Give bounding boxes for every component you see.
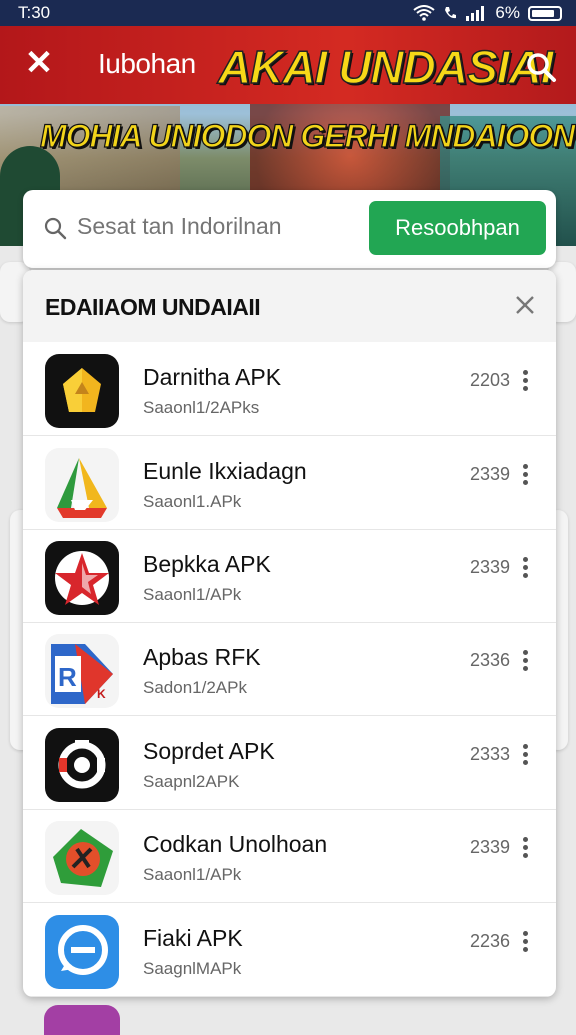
call-icon: [445, 7, 457, 19]
app-subtitle: SaagnlMAPk: [143, 959, 242, 978]
more-vert-icon[interactable]: [518, 555, 532, 581]
list-item[interactable]: RK Apbas RFK Sadon1/2APk 2336: [23, 622, 556, 716]
wifi-icon: [413, 5, 436, 21]
more-vert-icon[interactable]: [518, 929, 532, 955]
red-star-app-icon: [45, 541, 119, 615]
app-name: Iubohan: [98, 48, 196, 79]
status-bar: T:30 6%: [0, 0, 576, 26]
more-vert-icon[interactable]: [518, 648, 532, 674]
more-vert-icon[interactable]: [518, 835, 532, 861]
app-title: Fiaki APK: [143, 925, 243, 951]
list-item[interactable]: Darnitha APK Saaonl1/2APks 2203: [23, 342, 556, 436]
panel-header: EDAIIAOM UNDAIAII: [23, 270, 556, 342]
app-subtitle: Saapnl2APK: [143, 772, 240, 791]
panel-title: EDAIIAOM UNDAIAII: [45, 294, 261, 320]
status-time: T:30: [18, 3, 51, 22]
results-panel: EDAIIAOM UNDAIAII Darnitha APK Saaonl1/2…: [23, 270, 556, 997]
next-app-icon-peek: [44, 1005, 120, 1035]
shield-app-icon: [45, 821, 119, 895]
app-count: 2339: [470, 464, 511, 484]
app-title: Bepkka APK: [143, 551, 271, 577]
app-title: Darnitha APK: [143, 364, 282, 390]
svg-text:K: K: [97, 687, 106, 701]
list-item[interactable]: Soprdet APK Saapnl2APK 2333: [23, 716, 556, 810]
chat-app-icon: [45, 915, 119, 989]
signal-icon: [466, 6, 485, 21]
more-vert-icon[interactable]: [518, 368, 532, 394]
search-icon[interactable]: [524, 50, 558, 84]
app-title: Codkan Unolhoan: [143, 831, 328, 857]
battery-icon: [528, 5, 562, 21]
list-item[interactable]: Fiaki APK SaagnlMAPk 2236: [23, 903, 556, 997]
search-button[interactable]: Resoobhpan: [369, 201, 546, 255]
app-count: 2339: [470, 557, 511, 577]
app-title: Eunle Ikxiadagn: [143, 458, 307, 484]
banner-headline: AKAI UNDASIAI: [217, 40, 554, 94]
app-subtitle: Sadon1/2APk: [143, 678, 247, 697]
app-count: 2333: [470, 744, 511, 764]
list-item[interactable]: Bepkka APK Saaonl1/APk 2339: [23, 529, 556, 623]
top-app-bar: ✕ Iubohan AKAI UNDASIAI: [0, 26, 576, 104]
more-vert-icon[interactable]: [518, 462, 532, 488]
triangle-app-icon: [45, 448, 119, 522]
close-icon[interactable]: ✕: [24, 46, 54, 80]
app-count: 2203: [470, 370, 511, 390]
svg-text:R: R: [58, 662, 77, 692]
more-vert-icon[interactable]: [518, 742, 532, 768]
panel-close-icon[interactable]: [512, 292, 538, 318]
app-subtitle: Saaonl1/2APks: [143, 398, 260, 417]
app-subtitle: Saaonl1/APk: [143, 585, 242, 604]
search-field-icon: [44, 217, 67, 240]
app-subtitle: Saaonl1/APk: [143, 865, 242, 884]
app-count: 2336: [470, 650, 511, 670]
list-item[interactable]: Codkan Unolhoan Saaonl1/APk 2339: [23, 809, 556, 903]
app-title: Apbas RFK: [143, 644, 261, 670]
app-count: 2236: [470, 931, 511, 951]
search-input[interactable]: [77, 213, 357, 240]
lens-app-icon: [45, 728, 119, 802]
gold-star-app-icon: [45, 354, 119, 428]
app-subtitle: Saaonl1.APk: [143, 492, 242, 511]
app-title: Soprdet APK: [143, 738, 275, 764]
battery-percent: 6%: [495, 3, 520, 22]
app-count: 2339: [470, 837, 511, 857]
banner-subheadline: MOHIA UNIODON GERHI MNDAIOONGN?: [39, 117, 576, 154]
list-item[interactable]: Eunle Ikxiadagn Saaonl1.APk 2339: [23, 436, 556, 530]
r-arrow-app-icon: RK: [45, 634, 119, 708]
search-card: Resoobhpan: [23, 190, 556, 268]
